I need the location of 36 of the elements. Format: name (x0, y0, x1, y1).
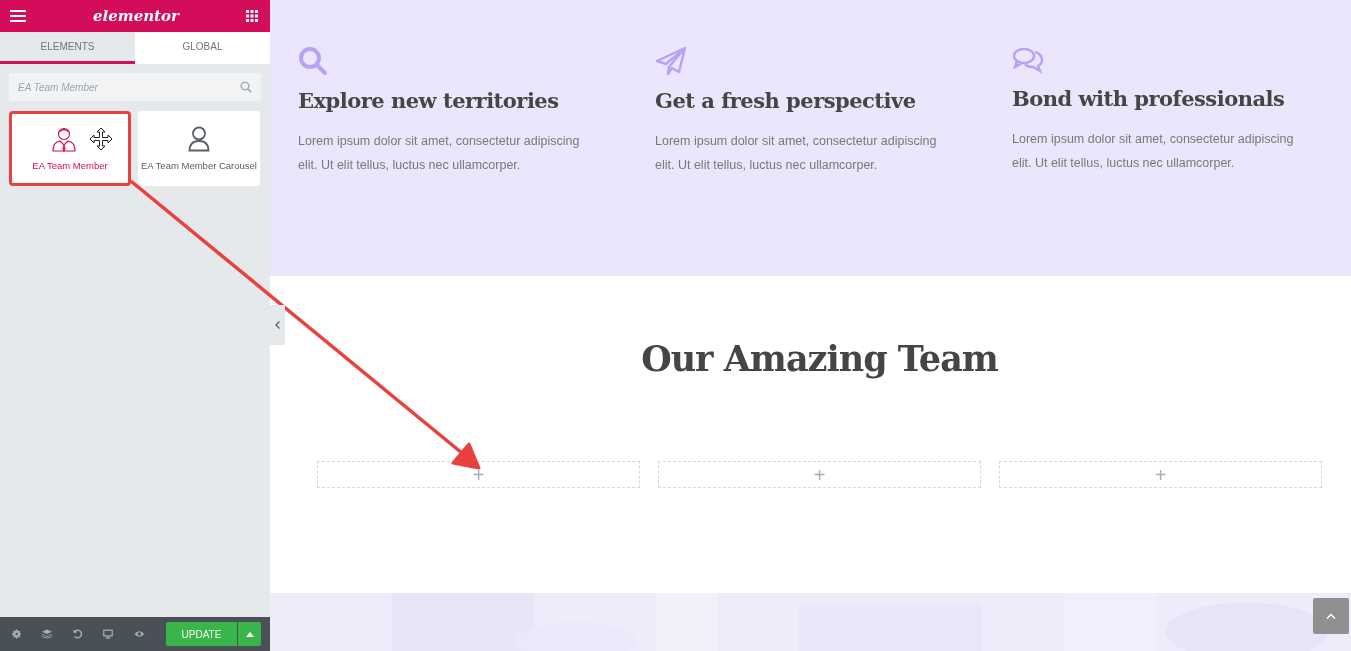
add-widget-area[interactable]: + (658, 461, 981, 488)
section-heading: Our Amazing Team (641, 338, 998, 379)
search-field[interactable]: EA Team Member (9, 73, 261, 101)
feature-text: Lorem ipsum dolor sit amet, consectetur adipiscing elit. Ut elit tellus, luctus nec ullamcorper. (1012, 131, 1295, 172)
history-icon[interactable] (73, 628, 83, 640)
user-icon (188, 126, 210, 152)
add-widget-area[interactable]: + (999, 461, 1322, 488)
grid-icon[interactable] (246, 10, 258, 22)
feature-title: Explore new territories (298, 88, 559, 113)
feature-text: Lorem ipsum dolor sit amet, consectetur adipiscing elit. Ut elit tellus, luctus nec ullamcorper. (298, 133, 581, 174)
search-icon (298, 46, 328, 76)
panel-tab[interactable]: ELEMENTS (0, 32, 135, 64)
paper-plane-icon (655, 46, 687, 76)
widget-card[interactable]: EA Team Member Carousel (138, 111, 260, 186)
widget-label: EA Team Member Carousel (141, 160, 257, 171)
feature-title: Bond with professionals (1012, 86, 1285, 111)
chevron-up-icon (1326, 613, 1336, 619)
update-button[interactable]: UPDATE (166, 622, 237, 646)
desktop-icon[interactable] (103, 628, 114, 640)
widget-label: EA Team Member (32, 160, 108, 171)
menu-icon[interactable] (10, 10, 26, 22)
chevron-left-icon (275, 321, 280, 329)
move-cursor-icon (89, 127, 113, 151)
logo: elementor (93, 7, 179, 25)
feature-text: Lorem ipsum dolor sit amet, consectetur adipiscing elit. Ut elit tellus, luctus nec ullamcorper. (655, 133, 938, 174)
feature-title: Get a fresh perspective (655, 88, 916, 113)
add-widget-area[interactable]: + (317, 461, 640, 488)
options-button[interactable] (238, 622, 261, 646)
person-icon (51, 126, 77, 152)
chat-icon (1012, 46, 1044, 74)
caret-icon (245, 631, 254, 637)
eye-icon[interactable] (134, 629, 145, 639)
search-icon (240, 81, 252, 93)
widget-card[interactable]: EA Team Member (9, 111, 131, 186)
layers-icon[interactable] (42, 628, 53, 640)
settings-icon[interactable] (12, 628, 22, 640)
